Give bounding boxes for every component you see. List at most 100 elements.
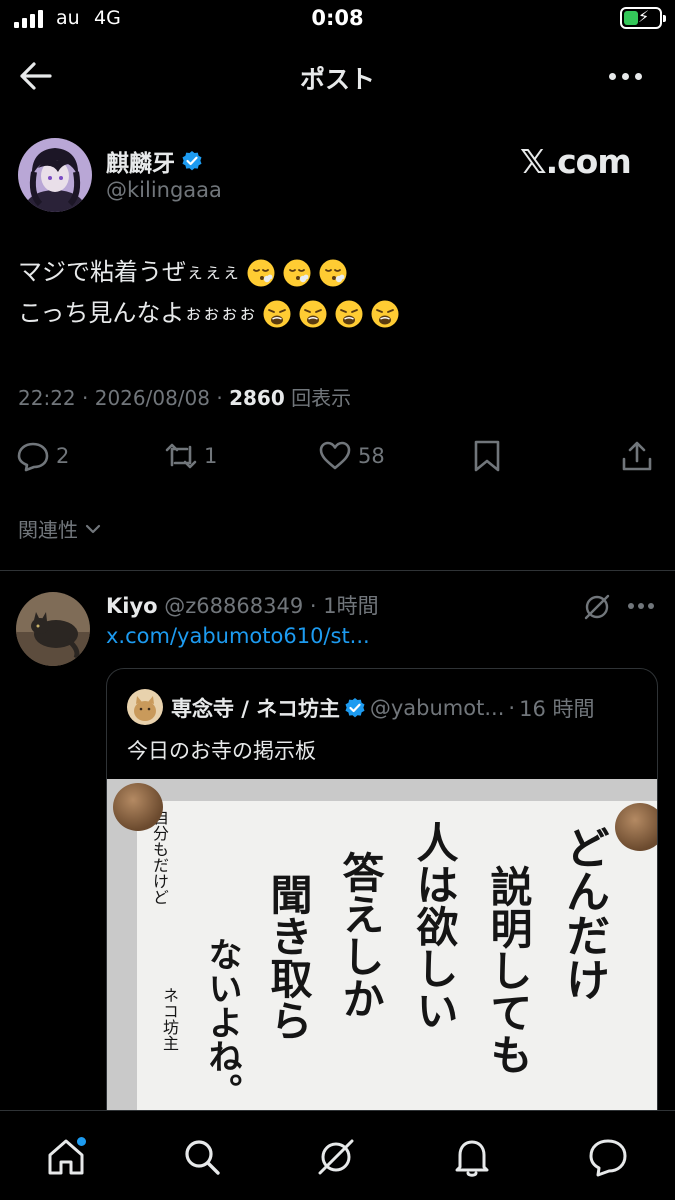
nav-notifications[interactable] xyxy=(450,1135,494,1179)
quoted-image[interactable]: どんだけ 説明しても 人は欲しい 答えしか 聞き取ら ないよね。 自分もだけど … xyxy=(107,779,657,1127)
author-name-text: 麒麟牙 xyxy=(106,151,175,177)
reply-avatar[interactable] xyxy=(16,592,90,666)
post-line-2-text: こっち見んなよ xyxy=(18,299,185,327)
weary-face-emoji xyxy=(263,300,291,327)
post-line-2: こっち見んなよ ぉぉぉぉ xyxy=(18,293,658,334)
relevance-label: 関連性 xyxy=(18,518,78,542)
view-label: 回表示 xyxy=(291,386,352,410)
nav-search[interactable] xyxy=(180,1135,224,1179)
quoted-author-handle: @yabumot... xyxy=(369,696,505,720)
bookmark-icon xyxy=(474,440,500,472)
more-dot-icon xyxy=(638,603,644,609)
nav-grok[interactable] xyxy=(314,1135,358,1179)
header: ポスト xyxy=(0,48,675,104)
quoted-author-avatar xyxy=(127,689,163,725)
post-line-2-small: ぉぉぉぉ xyxy=(184,303,257,324)
meta-separator: · xyxy=(309,594,317,618)
more-dot-icon xyxy=(621,72,629,80)
weary-face-emoji xyxy=(299,300,327,327)
back-button[interactable] xyxy=(18,60,54,92)
search-icon xyxy=(185,1140,220,1175)
like-count: 58 xyxy=(358,444,385,468)
post-line-1-text: マジで粘着うぜ xyxy=(18,258,186,286)
post-text: マジで粘着うぜ ぇぇぇ こっち見んなよ ぉぉぉぉ xyxy=(18,252,658,334)
board-text-col-4: 答えしか xyxy=(336,851,385,1019)
back-arrow-icon xyxy=(20,62,52,90)
reply-count: 2 xyxy=(56,444,70,468)
board-text-col-6: ないよね。 xyxy=(202,937,242,1107)
battery-icon: ⚡ xyxy=(620,7,666,29)
emoji-group xyxy=(256,299,400,329)
verified-badge-icon xyxy=(182,151,202,171)
like-button[interactable]: 58 xyxy=(318,438,385,474)
more-dot-icon xyxy=(634,72,642,80)
repost-count: 1 xyxy=(204,444,218,468)
x-com-watermark: 𝕏.com xyxy=(520,142,632,181)
reply-button[interactable]: 2 xyxy=(16,438,69,474)
quoted-post-card[interactable]: 専念寺 / ネコ坊主 @yabumot... · 16 時間 今日のお寺の掲示板… xyxy=(106,668,658,1128)
bell-icon xyxy=(455,1140,489,1177)
author-avatar[interactable] xyxy=(18,138,92,212)
post-line-1-small: ぇぇぇ xyxy=(186,262,240,283)
reply-time: 1時間 xyxy=(323,594,379,618)
board-text-col-3: 人は欲しい xyxy=(410,821,459,1031)
reply-header: Kiyo @z68868349 · 1時間 xyxy=(106,590,379,620)
clock: 0:08 xyxy=(311,6,364,30)
weary-face-emoji xyxy=(371,300,399,327)
notification-dot xyxy=(77,1137,86,1146)
page-title: ポスト xyxy=(299,65,375,94)
sort-relevance-dropdown[interactable]: 関連性 xyxy=(18,514,102,543)
cat-illustration-avatar xyxy=(127,689,163,725)
reply-icon xyxy=(17,442,49,472)
board-text-col-1: どんだけ xyxy=(558,825,609,1001)
share-button[interactable] xyxy=(620,438,654,474)
board-text-col-5: 聞き取ら xyxy=(264,873,313,1041)
board-text-col-2: 説明しても xyxy=(484,865,533,1075)
quoted-header: 専念寺 / ネコ坊主 @yabumot... · 16 時間 xyxy=(171,693,641,723)
post-time: 22:22 xyxy=(18,386,76,410)
quoted-text: 今日のお寺の掲示板 xyxy=(127,739,316,763)
more-dot-icon xyxy=(628,603,634,609)
bottom-nav xyxy=(0,1110,675,1200)
quoted-time: 16 時間 xyxy=(519,697,595,721)
repost-button[interactable]: 1 xyxy=(164,438,217,474)
message-icon xyxy=(589,1139,627,1177)
reply-author-handle: @z68868349 xyxy=(164,594,304,618)
weary-face-emoji xyxy=(335,300,363,327)
pushpin xyxy=(113,783,163,831)
status-bar: au 4G 0:08 ⚡ xyxy=(0,0,675,40)
quoted-author-name: 専念寺 / ネコ坊主 xyxy=(171,697,340,721)
author-name[interactable]: 麒麟牙 xyxy=(106,144,203,178)
view-count: 2860 xyxy=(229,386,285,410)
nav-messages[interactable] xyxy=(586,1135,630,1179)
cat-photo-avatar xyxy=(16,592,90,666)
reply-more-button[interactable] xyxy=(628,596,658,616)
meta-separator: · xyxy=(216,386,223,410)
nav-home[interactable] xyxy=(44,1135,88,1179)
verified-badge-icon xyxy=(345,698,365,718)
more-options-button[interactable] xyxy=(605,62,645,90)
reply-link[interactable]: x.com/yabumoto610/st... xyxy=(106,624,370,648)
more-dot-icon xyxy=(608,72,616,80)
divider xyxy=(0,570,675,571)
avatar-illustration xyxy=(18,138,92,212)
reply-author-name[interactable]: Kiyo xyxy=(106,594,158,618)
meta-separator: · xyxy=(508,696,516,720)
repost-icon xyxy=(165,443,197,469)
grok-button[interactable] xyxy=(582,592,612,622)
more-dot-icon xyxy=(648,603,654,609)
temple-board-paper: どんだけ 説明しても 人は欲しい 答えしか 聞き取ら ないよね。 自分もだけど … xyxy=(137,801,657,1127)
grok-icon xyxy=(318,1139,354,1175)
bookmark-button[interactable] xyxy=(470,438,504,474)
emoji-group xyxy=(240,258,348,288)
post-line-1: マジで粘着うぜ ぇぇぇ xyxy=(18,252,658,293)
face-exhaling-emoji xyxy=(283,259,311,286)
pushpin xyxy=(615,803,657,851)
share-icon xyxy=(622,441,652,471)
heart-icon xyxy=(319,441,351,470)
post-date: 2026/08/08 xyxy=(94,386,210,410)
chevron-down-icon xyxy=(85,524,101,533)
author-handle: @kilingaaa xyxy=(106,178,222,202)
board-signature: ネコ坊主 xyxy=(160,987,179,1051)
grok-icon xyxy=(584,594,610,620)
